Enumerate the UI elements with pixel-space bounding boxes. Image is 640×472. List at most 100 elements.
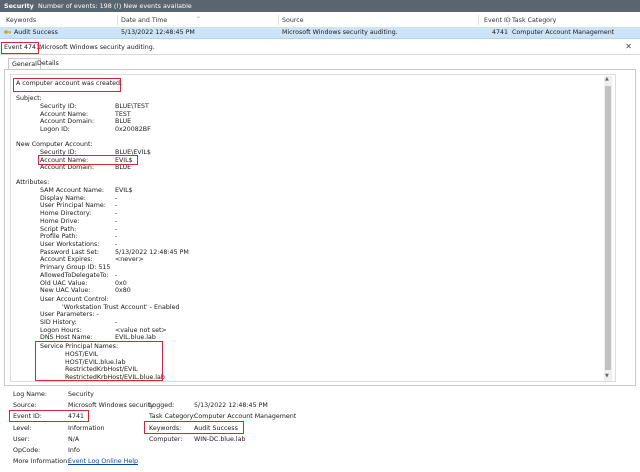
column-source[interactable]: Source bbox=[282, 17, 304, 24]
field-value: - bbox=[115, 233, 118, 241]
row-source: Microsoft Windows security auditing. bbox=[282, 29, 398, 36]
column-task-category[interactable]: Task Category bbox=[512, 17, 556, 24]
event-row-selected[interactable]: Audit Success 5/13/2022 12:48:45 PM Micr… bbox=[0, 27, 640, 39]
description-scrollbar[interactable]: ▲ ▼ bbox=[604, 76, 612, 381]
uac-label: User Account Control: bbox=[40, 296, 109, 303]
level-value: Information bbox=[68, 425, 105, 432]
row-date: 5/13/2022 12:48:45 PM bbox=[121, 29, 195, 36]
scrollbar-thumb[interactable] bbox=[605, 86, 611, 370]
event-log-help-link[interactable]: Event Log Online Help bbox=[68, 458, 138, 465]
field-value: 0x80 bbox=[115, 287, 131, 295]
column-divider[interactable] bbox=[117, 15, 118, 25]
key-icon bbox=[4, 30, 11, 34]
attributes-section-label: Attributes: bbox=[16, 179, 50, 186]
column-event-id[interactable]: Event ID bbox=[484, 17, 511, 24]
field-value: - bbox=[115, 202, 118, 210]
description-text-area[interactable]: A computer account was created. Subject:… bbox=[10, 74, 616, 382]
field-label: Security ID: bbox=[40, 103, 77, 110]
row-task-category: Computer Account Management bbox=[512, 29, 615, 36]
highlight-box bbox=[144, 421, 244, 434]
field-value: 5/13/2022 12:48:45 PM bbox=[115, 248, 189, 256]
uac-value: 'Workstation Trust Account' - Enabled bbox=[62, 304, 180, 311]
field-value: - bbox=[115, 194, 118, 202]
field-label: Account Name: bbox=[40, 110, 89, 118]
user-label: User: bbox=[13, 436, 30, 443]
event-header-bar: Event 4741, Microsoft Windows security a… bbox=[0, 41, 640, 55]
level-label: Level: bbox=[13, 425, 32, 432]
user-value: N/A bbox=[68, 436, 80, 443]
field-label: AllowedToDelegateTo: bbox=[40, 272, 109, 279]
scroll-up-icon[interactable]: ▲ bbox=[605, 76, 609, 82]
new-account-section-label: New Computer Account: bbox=[16, 141, 93, 148]
logged-label: Logged: bbox=[149, 402, 175, 409]
field-label: User Principal Name: bbox=[40, 202, 106, 210]
log-name-value: Security bbox=[68, 391, 94, 398]
highlight-box bbox=[1, 42, 39, 54]
field-value: <never> bbox=[115, 256, 144, 264]
field-value: 0x20082BF bbox=[115, 125, 151, 133]
field-value: 0x0 bbox=[115, 279, 127, 287]
field-label: SID History: bbox=[40, 319, 77, 326]
field-label: Home Directory: bbox=[40, 210, 92, 218]
highlight-box bbox=[38, 155, 138, 165]
field-label: SAM Account Name: bbox=[40, 187, 104, 194]
more-info-label: More Information: bbox=[13, 458, 70, 465]
field-label: Logon ID: bbox=[40, 125, 70, 133]
source-value: Microsoft Windows security bbox=[68, 402, 154, 409]
task-category-label: Task Category: bbox=[149, 413, 196, 420]
log-name-label: Log Name: bbox=[13, 391, 47, 398]
field-value: - bbox=[115, 319, 118, 326]
sort-chevron-icon: ⌄ bbox=[196, 13, 202, 20]
field-label: Account Domain: bbox=[40, 118, 94, 126]
opcode-value: Info bbox=[68, 447, 80, 454]
field-label: Home Drive: bbox=[40, 217, 80, 225]
logged-value: 5/13/2022 12:48:45 PM bbox=[194, 402, 268, 409]
field-value: - bbox=[115, 272, 118, 279]
field-label: Old UAC Value: bbox=[40, 279, 88, 287]
highlight-box bbox=[35, 341, 163, 381]
tab-details[interactable]: Details bbox=[34, 58, 62, 69]
column-divider[interactable] bbox=[278, 15, 279, 25]
field-label: Script Path: bbox=[40, 225, 77, 233]
column-date[interactable]: Date and Time bbox=[121, 17, 167, 24]
field-label: Profile Path: bbox=[40, 233, 78, 241]
primary-group-id: Primary Group ID: 515 bbox=[40, 264, 111, 271]
highlight-box bbox=[13, 78, 121, 92]
computer-label: Computer: bbox=[149, 436, 183, 443]
field-value: BLUE\TEST bbox=[115, 103, 149, 110]
field-value: - bbox=[115, 240, 118, 248]
column-keywords[interactable]: Keywords bbox=[6, 17, 36, 24]
field-label: Account Domain: bbox=[40, 164, 94, 172]
field-value: EVIL$ bbox=[115, 187, 133, 194]
column-divider[interactable] bbox=[478, 15, 479, 25]
field-label: Password Last Set: bbox=[40, 248, 99, 256]
field-label: Account Expires: bbox=[40, 256, 93, 264]
field-value: BLUE bbox=[115, 118, 132, 126]
field-value: <value not set> bbox=[115, 326, 167, 334]
column-divider[interactable] bbox=[508, 15, 509, 25]
log-title-bar: Security Number of events: 198 (!) New e… bbox=[0, 0, 640, 12]
event-list-header: Keywords Date and Time ⌄ Source Event ID… bbox=[0, 13, 640, 28]
field-value: BLUE bbox=[115, 164, 132, 172]
event-count-summary: Number of events: 198 (!) New events ava… bbox=[38, 2, 192, 10]
subject-section-label: Subject: bbox=[16, 95, 42, 102]
source-label: Source: bbox=[13, 402, 37, 409]
field-label: New UAC Value: bbox=[40, 287, 91, 295]
event-source-heading: Microsoft Windows security auditing. bbox=[39, 44, 155, 51]
log-title: Security bbox=[4, 2, 34, 10]
row-keywords: Audit Success bbox=[14, 29, 58, 36]
user-parameters: User Parameters: - bbox=[40, 311, 99, 318]
computer-value: WIN-DC.blue.lab bbox=[194, 436, 246, 443]
field-value: - bbox=[115, 210, 118, 218]
field-label: Logon Hours: bbox=[40, 326, 82, 334]
scroll-down-icon[interactable]: ▼ bbox=[605, 373, 609, 379]
field-value: - bbox=[115, 217, 118, 225]
row-event-id: 4741 bbox=[492, 29, 509, 36]
field-label: Display Name: bbox=[40, 194, 86, 202]
task-category-value: Computer Account Management bbox=[194, 413, 297, 420]
close-icon[interactable]: ✕ bbox=[625, 42, 632, 51]
field-value: TEST bbox=[115, 110, 131, 118]
opcode-label: OpCode: bbox=[13, 447, 41, 454]
field-value: - bbox=[115, 225, 118, 233]
highlight-box bbox=[9, 410, 89, 422]
